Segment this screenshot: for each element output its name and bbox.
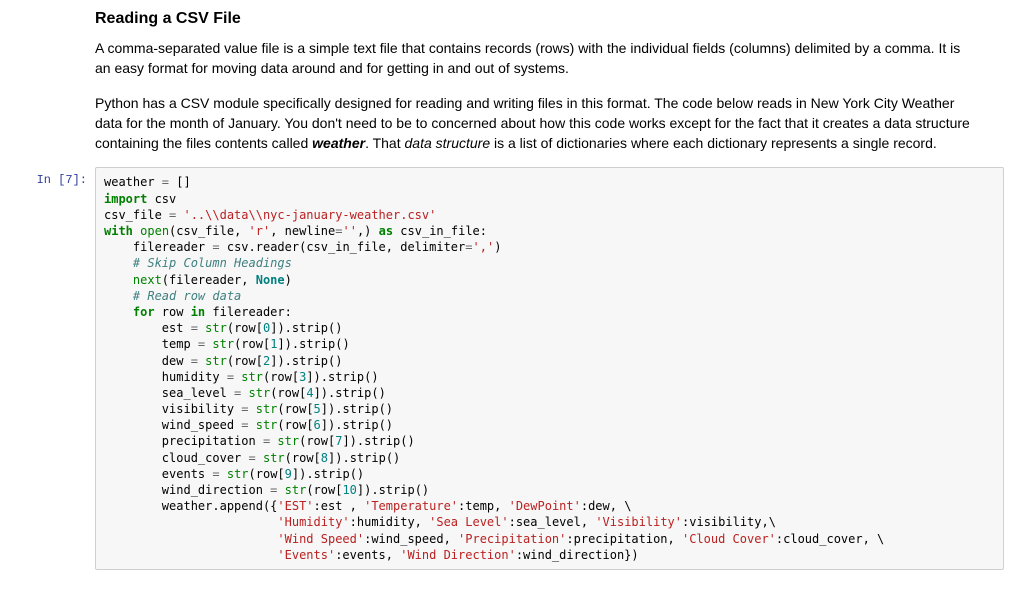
code-cell: In [7]: weather = [] import csv csv_file…	[20, 167, 1004, 570]
para2-text-e: is a list of dictionaries where each dic…	[490, 135, 937, 151]
paragraph-1: A comma-separated value file is a simple…	[95, 38, 974, 79]
paragraph-2: Python has a CSV module specifically des…	[95, 93, 974, 154]
para2-bold-weather: weather	[312, 135, 365, 151]
section-heading: Reading a CSV File	[95, 10, 974, 28]
code-input-area[interactable]: weather = [] import csv csv_file = '..\\…	[95, 167, 1004, 570]
para2-italic-ds: data structure	[405, 135, 491, 151]
para2-text-c: . That	[365, 135, 404, 151]
code-block: weather = [] import csv csv_file = '..\\…	[104, 174, 995, 563]
input-prompt: In [7]:	[20, 167, 95, 570]
notebook-page: Reading a CSV File A comma-separated val…	[0, 0, 1024, 590]
markdown-cell: Reading a CSV File A comma-separated val…	[95, 10, 974, 153]
